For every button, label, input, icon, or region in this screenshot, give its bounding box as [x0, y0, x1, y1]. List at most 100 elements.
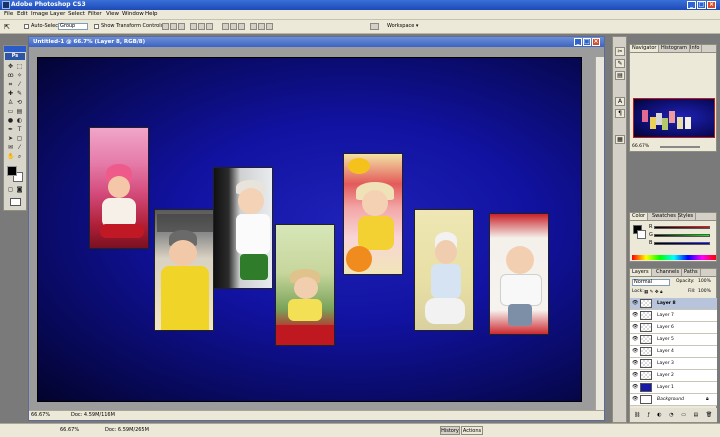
auto-select-dropdown[interactable]: Group: [58, 23, 88, 30]
channel-r-slider[interactable]: [654, 226, 710, 229]
slice-tool-icon[interactable]: ⁄: [16, 81, 23, 88]
maximize-button[interactable]: □: [697, 1, 706, 9]
eye-icon[interactable]: 👁︎: [632, 385, 638, 390]
auto-select-checkbox[interactable]: [24, 24, 29, 29]
align-top-icon[interactable]: [162, 23, 169, 30]
photo-baby-gray-cap[interactable]: [154, 209, 214, 331]
menu-edit[interactable]: Edit: [17, 11, 28, 17]
layer-row[interactable]: 👁︎ Layer 4: [630, 346, 717, 358]
tab-histogram[interactable]: Histogram: [659, 45, 690, 52]
menu-image[interactable]: Image: [31, 11, 48, 17]
navigator-zoom-slider[interactable]: [660, 146, 700, 148]
color-background-swatch[interactable]: [637, 230, 646, 239]
distribute-hcenter-icon[interactable]: [258, 23, 265, 30]
paragraph-icon[interactable]: ¶: [615, 109, 625, 118]
screen-mode-icon[interactable]: [10, 198, 21, 206]
layer-row[interactable]: 👁︎ Layer 3: [630, 358, 717, 370]
channel-b-slider[interactable]: [654, 242, 710, 245]
shape-tool-icon[interactable]: ▢: [16, 135, 23, 142]
tools-panel-header[interactable]: [4, 46, 26, 52]
photo-baby-piano[interactable]: [213, 167, 273, 289]
gradient-tool-icon[interactable]: ▤: [16, 108, 23, 115]
menu-filter[interactable]: Filter: [88, 11, 102, 17]
document-minimize-button[interactable]: _: [574, 38, 582, 46]
layer-row[interactable]: 👁︎ Layer 7: [630, 310, 717, 322]
show-transform-checkbox[interactable]: [94, 24, 99, 29]
eye-icon[interactable]: 👁︎: [632, 325, 638, 330]
file-browser-icon[interactable]: [370, 23, 379, 30]
document-zoom-field[interactable]: 66.67%: [31, 411, 50, 419]
eye-icon[interactable]: 👁︎: [632, 361, 638, 366]
menu-help[interactable]: Help: [145, 11, 158, 17]
menu-layer[interactable]: Layer: [50, 11, 65, 17]
tab-navigator[interactable]: Navigator: [630, 45, 660, 52]
eye-icon[interactable]: 👁︎: [632, 337, 638, 342]
fill-value[interactable]: 100%: [698, 289, 711, 294]
photo-baby-pink-hat[interactable]: [89, 127, 149, 249]
tool-presets-icon[interactable]: ✂: [615, 47, 625, 56]
layer-comps-icon[interactable]: ▦: [615, 135, 625, 144]
layer-row[interactable]: 👁︎ Layer 8: [630, 298, 717, 310]
brushes-icon[interactable]: ✎: [615, 59, 625, 68]
move-tool-icon[interactable]: ✥: [7, 63, 14, 70]
zoom-tool-icon[interactable]: ⌕: [16, 153, 23, 160]
history-tab[interactable]: History: [440, 426, 460, 435]
minimize-button[interactable]: _: [687, 1, 696, 9]
align-vcenter-icon[interactable]: [170, 23, 177, 30]
canvas-area[interactable]: [29, 47, 604, 420]
path-selection-icon[interactable]: ➤: [7, 135, 14, 142]
notes-tool-icon[interactable]: ✉: [7, 144, 14, 151]
layer-row[interactable]: 👁︎ Layer 5: [630, 334, 717, 346]
lock-icons[interactable]: ▦ ✎ ✥ 🔒︎: [644, 289, 662, 295]
blend-mode-dropdown[interactable]: Normal: [632, 279, 670, 286]
canvas[interactable]: [37, 57, 582, 402]
opacity-value[interactable]: 100%: [698, 279, 711, 284]
tab-color[interactable]: Color: [630, 213, 649, 220]
workspace-menu[interactable]: Workspace ▾: [387, 23, 418, 29]
distribute-vcenter-icon[interactable]: [230, 23, 237, 30]
history-brush-icon[interactable]: ⟲: [16, 99, 23, 106]
eyedropper-tool-icon[interactable]: ⁄: [16, 144, 23, 151]
document-maximize-button[interactable]: □: [583, 38, 591, 46]
align-left-icon[interactable]: [190, 23, 197, 30]
hand-tool-icon[interactable]: ✋: [7, 153, 14, 160]
align-right-icon[interactable]: [206, 23, 213, 30]
tab-paths[interactable]: Paths: [682, 269, 701, 276]
menu-view[interactable]: View: [106, 11, 119, 17]
distribute-bottom-icon[interactable]: [238, 23, 245, 30]
tab-channels[interactable]: Channels: [654, 269, 683, 276]
magic-wand-tool-icon[interactable]: ✧: [16, 72, 23, 79]
photo-baby-sunflower-hat[interactable]: [343, 153, 403, 275]
tab-layers[interactable]: Layers: [630, 269, 652, 276]
photo-baby-white-shirt[interactable]: [489, 213, 549, 335]
photo-baby-white-hat[interactable]: [414, 209, 474, 331]
foreground-color-front[interactable]: [7, 166, 17, 176]
tab-swatches[interactable]: Swatches: [650, 213, 679, 220]
menu-select[interactable]: Select: [68, 11, 85, 17]
distribute-left-icon[interactable]: [250, 23, 257, 30]
move-tool-preset-icon[interactable]: ⇱: [4, 23, 14, 31]
distribute-top-icon[interactable]: [222, 23, 229, 30]
actions-tab[interactable]: Actions: [461, 426, 483, 435]
brush-tool-icon[interactable]: ✎: [16, 90, 23, 97]
layer-row[interactable]: 👁︎ Background 🔒︎: [630, 394, 717, 406]
distribute-right-icon[interactable]: [266, 23, 273, 30]
pen-tool-icon[interactable]: ✒: [7, 126, 14, 133]
marquee-tool-icon[interactable]: ⬚: [16, 63, 23, 70]
character-icon[interactable]: A: [615, 97, 625, 106]
eye-icon[interactable]: 👁︎: [632, 301, 638, 306]
layer-row[interactable]: 👁︎ Layer 1: [630, 382, 717, 394]
layers-footer-buttons[interactable]: ⛓ ƒ ◐ ◔ ▭ ▤ 🗑︎: [630, 408, 717, 422]
navigator-zoom-field[interactable]: 66.67%: [632, 144, 649, 149]
photo-baby-straw-hat-car[interactable]: [275, 224, 335, 346]
standard-mode-icon[interactable]: ◻: [7, 186, 14, 193]
eraser-tool-icon[interactable]: ▭: [7, 108, 14, 115]
navigator-thumbnail[interactable]: [633, 98, 715, 138]
ps-logo[interactable]: Ps: [5, 53, 25, 60]
close-button[interactable]: ×: [707, 1, 716, 9]
layer-row[interactable]: 👁︎ Layer 2: [630, 370, 717, 382]
eye-icon[interactable]: 👁︎: [632, 373, 638, 378]
eye-icon[interactable]: 👁︎: [632, 313, 638, 318]
align-hcenter-icon[interactable]: [198, 23, 205, 30]
document-vertical-scrollbar[interactable]: [595, 57, 604, 420]
